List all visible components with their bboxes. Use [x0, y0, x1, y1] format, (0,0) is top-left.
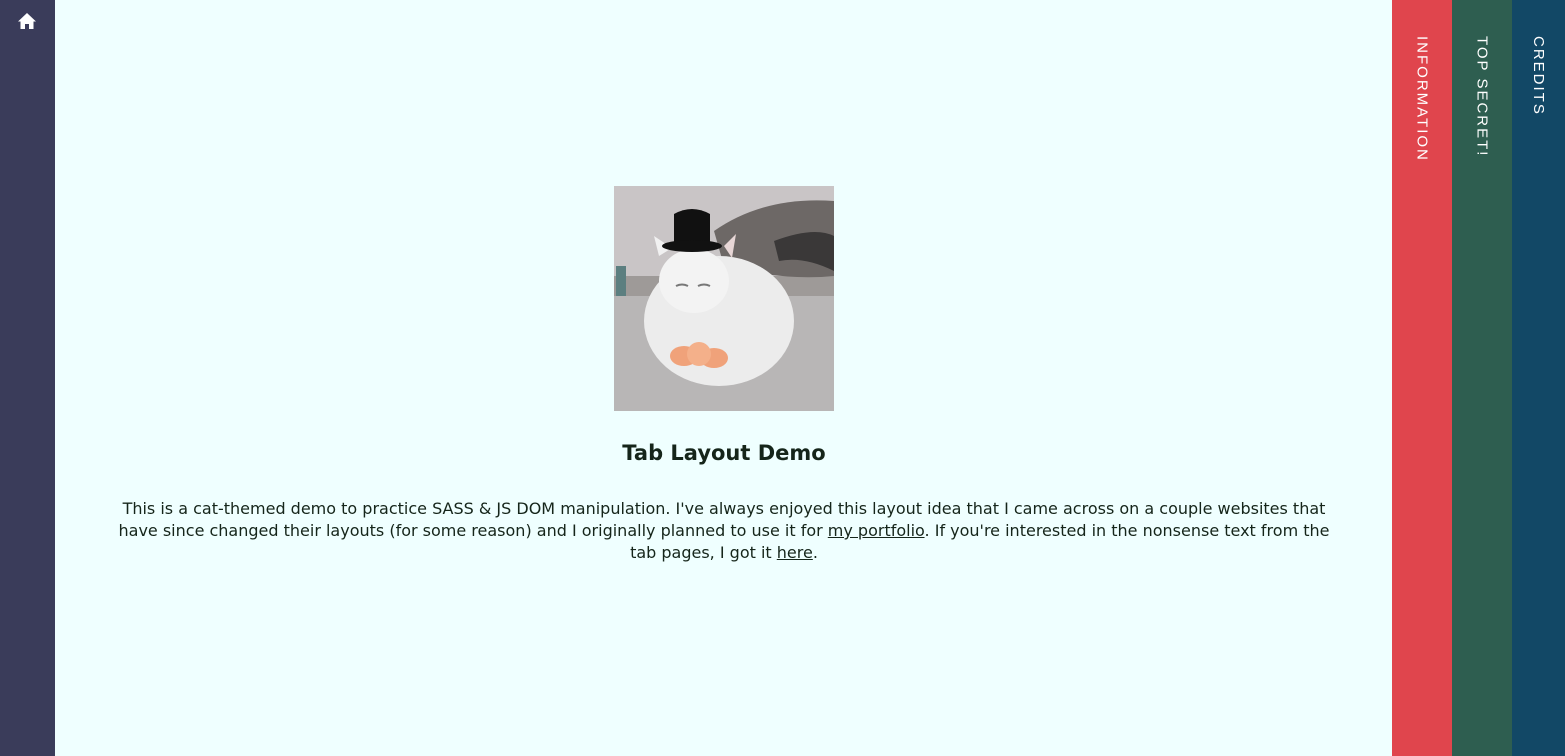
tab-top-secret[interactable]: TOP SECRET!	[1452, 0, 1512, 756]
main-content: Tab Layout Demo This is a cat-themed dem…	[112, 186, 1336, 564]
description-text: This is a cat-themed demo to practice SA…	[112, 498, 1336, 564]
page-title: Tab Layout Demo	[622, 441, 826, 465]
tab-credits-label: CREDITS	[1530, 36, 1547, 116]
home-sidebar	[0, 0, 55, 756]
source-link[interactable]: here	[777, 543, 813, 562]
tab-information[interactable]: INFORMATION	[1392, 0, 1452, 756]
tab-credits[interactable]: CREDITS	[1512, 0, 1565, 756]
tab-information-label: INFORMATION	[1413, 36, 1431, 162]
portfolio-link[interactable]: my portfolio	[828, 521, 925, 540]
cat-image	[614, 186, 834, 411]
description-part3: .	[812, 543, 818, 562]
tab-top-secret-label: TOP SECRET!	[1473, 36, 1491, 158]
home-button[interactable]	[16, 10, 38, 32]
home-icon	[18, 13, 36, 29]
